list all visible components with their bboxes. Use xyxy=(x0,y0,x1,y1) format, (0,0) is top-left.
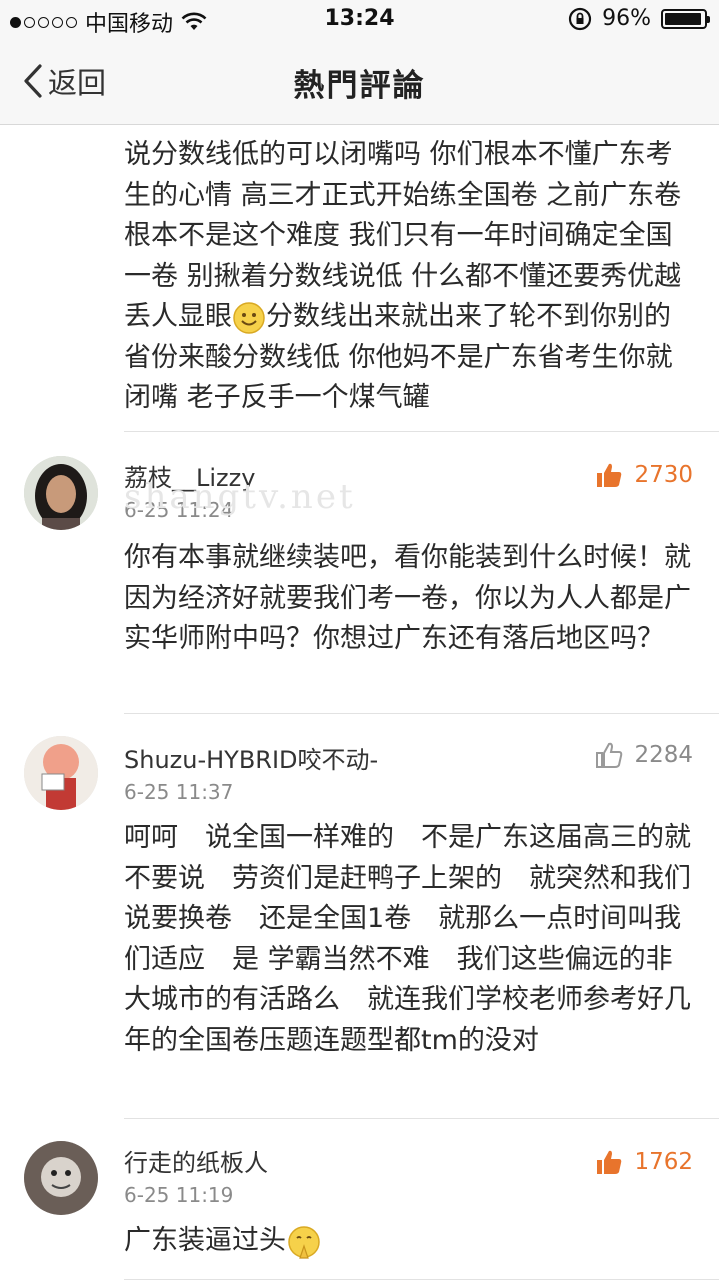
comment-author[interactable]: 行走的纸板人 xyxy=(124,1143,268,1178)
like-button[interactable]: 2284 xyxy=(594,740,693,770)
comment-text: 说分数线低的可以闭嘴吗 你们根本不懂广东考生的心情 高三才正式开始练全国卷 之前… xyxy=(124,139,690,413)
comment-time: 6-25 11:19 xyxy=(124,1183,234,1207)
status-right: 96% xyxy=(568,6,710,31)
thumbs-up-icon xyxy=(596,742,623,768)
avatar[interactable] xyxy=(24,456,98,530)
watermark: shangtv.net xyxy=(124,477,356,517)
avatar[interactable] xyxy=(24,1141,98,1215)
smile-emoji-icon xyxy=(233,301,265,334)
like-count: 2284 xyxy=(634,742,693,768)
comment-author[interactable]: Shuzu-HYBRID咬不动- xyxy=(124,740,378,775)
comment-text: 呵呵 说全国一样难的 不是广东这届高三的就不要说 劳资们是赶鸭子上架的 就突然和… xyxy=(124,822,691,1056)
navigation-bar: 返回 熱門評論 xyxy=(0,40,719,125)
comment-time: 6-25 11:37 xyxy=(124,780,234,804)
avatar[interactable] xyxy=(24,736,98,810)
praying-emoji-icon xyxy=(288,1225,320,1259)
thumbs-up-icon xyxy=(597,463,622,487)
comment-item[interactable]: 行走的纸板人 6-25 11:19 1762 广东装逼过头 xyxy=(0,1119,719,1280)
like-button[interactable]: 1762 xyxy=(594,1147,693,1177)
like-count: 1762 xyxy=(634,1149,693,1175)
like-count: 2730 xyxy=(634,462,693,488)
orientation-lock-icon xyxy=(568,7,592,30)
battery-percent: 96% xyxy=(602,6,651,31)
comment-text: 你有本事就继续装吧，看你能装到什么时候！就因为经济好就要我们考一卷，你以为人人都… xyxy=(124,542,691,654)
page-title: 熱門評論 xyxy=(293,68,426,104)
comment-item[interactable]: 说分数线低的可以闭嘴吗 你们根本不懂广东考生的心情 高三才正式开始练全国卷 之前… xyxy=(0,125,719,435)
battery-icon xyxy=(661,8,710,29)
like-button[interactable]: 2730 xyxy=(594,460,693,490)
thumbs-up-icon xyxy=(597,1150,622,1174)
comment-item[interactable]: Shuzu-HYBRID咬不动- 6-25 11:37 2284 呵呵 说全国一… xyxy=(0,714,719,1119)
comment-text: 广东装逼过头 xyxy=(124,1221,696,1262)
comment-item[interactable]: 荔枝__Lizzy 6-25 11:24 2730 你有本事就继续装吧，看你能装… xyxy=(0,432,719,714)
status-bar: 中国移动 13:24 96% xyxy=(0,0,719,40)
